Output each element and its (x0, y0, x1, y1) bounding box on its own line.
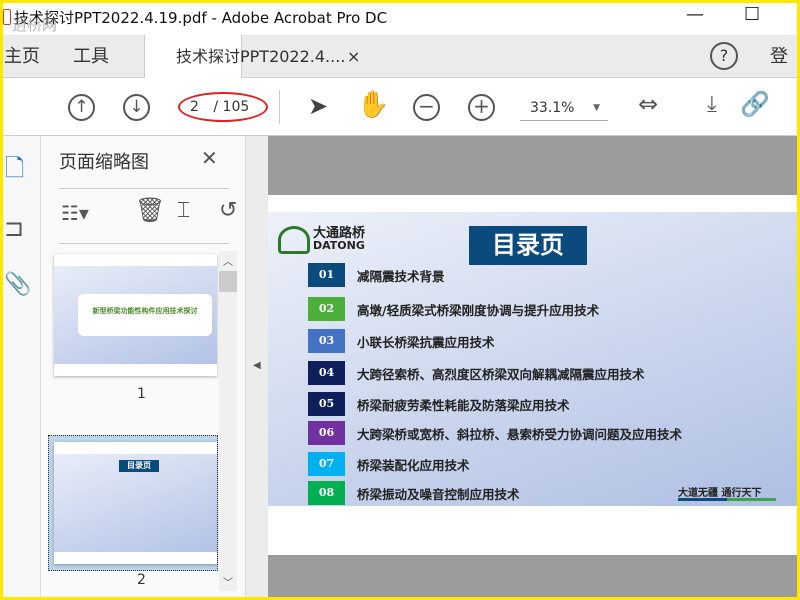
scroll-thumb[interactable] (219, 271, 237, 292)
page-thumbnails-icon[interactable]: 🗋 (5, 156, 24, 180)
tab-document-label[interactable]: 技术探讨PPT2022.4.... (176, 35, 345, 78)
toc-label: 桥梁装配化应用技术 (357, 457, 470, 473)
collapse-panel-icon[interactable]: ◀ (253, 360, 261, 371)
navigation-strip: 🗋 ⊐ 📎 (0, 136, 41, 600)
title-bar: 技术探讨PPT2022.4.19.pdf - Adobe Acrobat Pro… (0, 0, 800, 35)
help-icon[interactable]: ? (710, 42, 738, 70)
slogan-bar (678, 498, 776, 501)
document-view[interactable]: 大通路桥 DATONG 目录页 01 减隔震技术背景 02 高墩/轻质梁式桥梁刚度协调… (268, 136, 800, 600)
tab-bar: 主页 工具 技术探讨PPT2022.4.... × ? 登录 (0, 35, 800, 110)
scroll-down-icon[interactable]: ﹀ (223, 574, 233, 589)
toc-number: 07 (308, 452, 345, 476)
thumbnail-title: 目录页 (119, 460, 159, 472)
insert-page-icon[interactable]: ⌶ (177, 200, 190, 222)
close-panel-icon[interactable]: ✕ (201, 148, 218, 168)
fit-page-icon[interactable]: ⇔ (638, 92, 658, 116)
rotate-icon[interactable]: ↺ (219, 200, 237, 222)
toc-number: 05 (308, 392, 345, 416)
logo-text-en: DATONG (313, 239, 365, 252)
minimize-button[interactable]: — (686, 4, 704, 25)
divider (59, 188, 229, 189)
toc-label: 减隔震技术背景 (357, 268, 445, 284)
toolbar (0, 78, 800, 136)
toc-number: 04 (308, 361, 345, 385)
pdf-file-icon (3, 9, 11, 25)
zoom-out-icon[interactable]: − (413, 94, 440, 121)
toc-item: 05 桥梁耐疲劳柔性耗能及防落梁应用技术 (308, 392, 570, 416)
select-cursor-icon[interactable]: ➤ (308, 94, 328, 118)
thumbnails-panel: 页面缩略图 ✕ ☷▾ 🗑 ⌶ ↺ 新型桥梁功能性构件应用技术探讨 1 目录页 2… (41, 136, 245, 600)
toc-item: 03 小联长桥梁抗震应用技术 (308, 329, 495, 353)
hand-tool-icon[interactable]: ✋ (357, 92, 389, 118)
toc-label: 桥梁振动及噪音控制应用技术 (357, 486, 520, 502)
tab-tools[interactable]: 工具 (73, 35, 109, 78)
window-title: 技术探讨PPT2022.4.19.pdf - Adobe Acrobat Pro… (14, 9, 388, 27)
page-number-field[interactable]: 2 / 105 (178, 92, 268, 122)
toc-label: 大跨径索桥、高烈度区桥梁双向解耦减隔震应用技术 (357, 366, 645, 382)
delete-icon[interactable]: 🗑 (135, 198, 165, 222)
panel-title: 页面缩略图 (59, 152, 149, 173)
toc-item: 02 高墩/轻质梁式桥梁刚度协调与提升应用技术 (308, 297, 599, 321)
page-current-input[interactable]: 2 (190, 99, 199, 115)
page-total: / 105 (213, 99, 250, 115)
toc-item: 04 大跨径索桥、高烈度区桥梁双向解耦减隔震应用技术 (308, 361, 645, 385)
scroll-up-icon[interactable]: ︿ (223, 253, 233, 268)
toc-item: 01 减隔震技术背景 (308, 263, 445, 287)
bookmark-icon[interactable]: ⊐ (4, 216, 24, 240)
thumbnail-page-2[interactable]: 目录页 (54, 442, 217, 564)
attachment-icon[interactable]: 📎 (4, 274, 31, 296)
toc-label: 桥梁耐疲劳柔性耗能及防落梁应用技术 (357, 397, 570, 413)
toc-label: 高墩/轻质梁式桥梁刚度协调与提升应用技术 (357, 302, 600, 318)
previous-page-icon[interactable]: ↑ (68, 94, 95, 121)
scroll-mode-icon[interactable]: ⤓ (707, 94, 717, 116)
slide: 大通路桥 DATONG 目录页 01 减隔震技术背景 02 高墩/轻质梁式桥梁刚度协调… (268, 212, 800, 506)
maximize-button[interactable]: ☐ (744, 4, 760, 25)
divider (279, 90, 280, 124)
divider (59, 243, 229, 244)
toc-number: 08 (308, 481, 345, 505)
toc-number: 03 (308, 329, 345, 353)
next-page-icon[interactable]: ↓ (123, 94, 150, 121)
thumbnail-page-1[interactable]: 新型桥梁功能性构件应用技术探讨 (54, 254, 217, 376)
zoom-select[interactable]: 33.1% ▼ (520, 95, 608, 121)
slogan: 大道无疆 通行天下 (678, 488, 762, 499)
sign-in-link[interactable]: 登录 (770, 35, 800, 110)
thumbnail-scrollbar[interactable]: ︿ ﹀ (219, 251, 237, 591)
zoom-value: 33.1% (530, 100, 575, 116)
datong-logo (278, 226, 310, 254)
toc-number: 02 (308, 297, 345, 321)
toc-item: 08 桥梁振动及噪音控制应用技术 (308, 481, 520, 505)
thumbnail-page-number: 2 (137, 572, 146, 588)
thumbnail-options-icon[interactable]: ☷▾ (61, 203, 89, 223)
toc-number: 01 (308, 263, 345, 287)
tab-close-icon[interactable]: × (347, 35, 360, 78)
toc-label: 大跨梁桥或宽桥、斜拉桥、悬索桥受力协调问题及应用技术 (357, 426, 683, 442)
tab-home[interactable]: 主页 (4, 35, 40, 78)
panel-splitter[interactable]: ◀ (245, 136, 268, 600)
watermark: 逍桥网 (12, 16, 58, 34)
pdf-page: 大通路桥 DATONG 目录页 01 减隔震技术背景 02 高墩/轻质梁式桥梁刚度协调… (268, 195, 800, 555)
toc-item: 06 大跨梁桥或宽桥、斜拉桥、悬索桥受力协调问题及应用技术 (308, 421, 682, 445)
toc-item: 07 桥梁装配化应用技术 (308, 452, 470, 476)
toc-label: 小联长桥梁抗震应用技术 (357, 334, 495, 350)
slide-title: 目录页 (469, 226, 587, 265)
zoom-in-icon[interactable]: + (468, 94, 495, 121)
thumbnail-page-number: 1 (137, 386, 146, 402)
chevron-down-icon: ▼ (593, 103, 600, 113)
thumbnail-title: 新型桥梁功能性构件应用技术探讨 (78, 294, 212, 336)
toc-number: 06 (308, 421, 345, 445)
share-link-icon[interactable]: 🔗 (740, 92, 770, 116)
